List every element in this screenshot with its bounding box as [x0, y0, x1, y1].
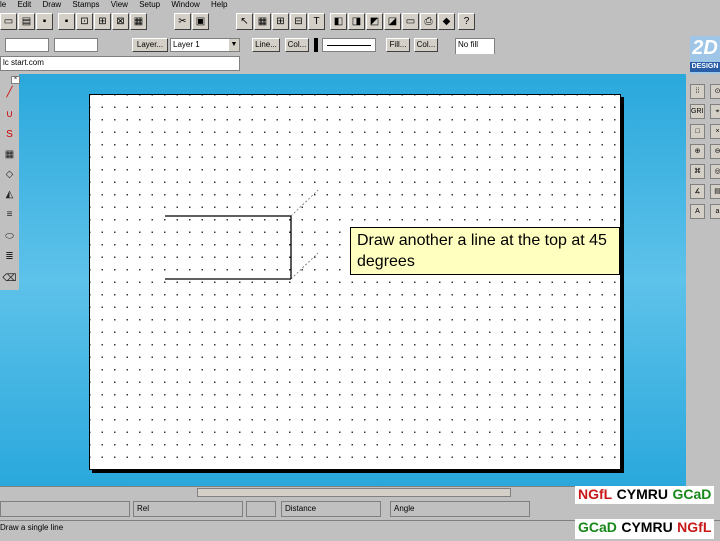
distance-field: Distance	[281, 501, 381, 517]
brand-gcad-2: GCaD	[578, 519, 617, 535]
status-bar: Rel Distance Angle NGfL CYMRU GCaD	[0, 486, 720, 520]
guide-line-bottom	[290, 252, 319, 280]
brand-cymru: CYMRU	[616, 486, 669, 502]
rel-label: Rel	[137, 504, 150, 513]
angle-label: Angle	[394, 504, 415, 513]
brand-gcad: GCaD	[672, 486, 712, 502]
brand-cymru-2: CYMRU	[621, 519, 673, 535]
guide-line-top	[290, 189, 319, 217]
ngfl-banner-bottom: GCaD CYMRU NGfL	[575, 519, 715, 539]
scroll-thumb[interactable]	[197, 488, 511, 497]
rel-field: Rel	[133, 501, 243, 517]
ngfl-banner-top: NGfL CYMRU GCaD	[575, 486, 715, 504]
angle-field: Angle	[390, 501, 530, 517]
instruction-tooltip: Draw another a line at the top at 45 deg…	[350, 227, 620, 275]
hint-bar: Draw a single line GCaD CYMRU NGfL	[0, 519, 720, 541]
distance-label: Distance	[285, 504, 317, 513]
brand-ngfl-2: NGfL	[677, 519, 712, 535]
status-spacer	[246, 501, 276, 517]
hint-text: Draw a single line	[0, 523, 64, 532]
status-coord-x	[0, 501, 130, 517]
brand-ngfl: NGfL	[578, 486, 613, 502]
